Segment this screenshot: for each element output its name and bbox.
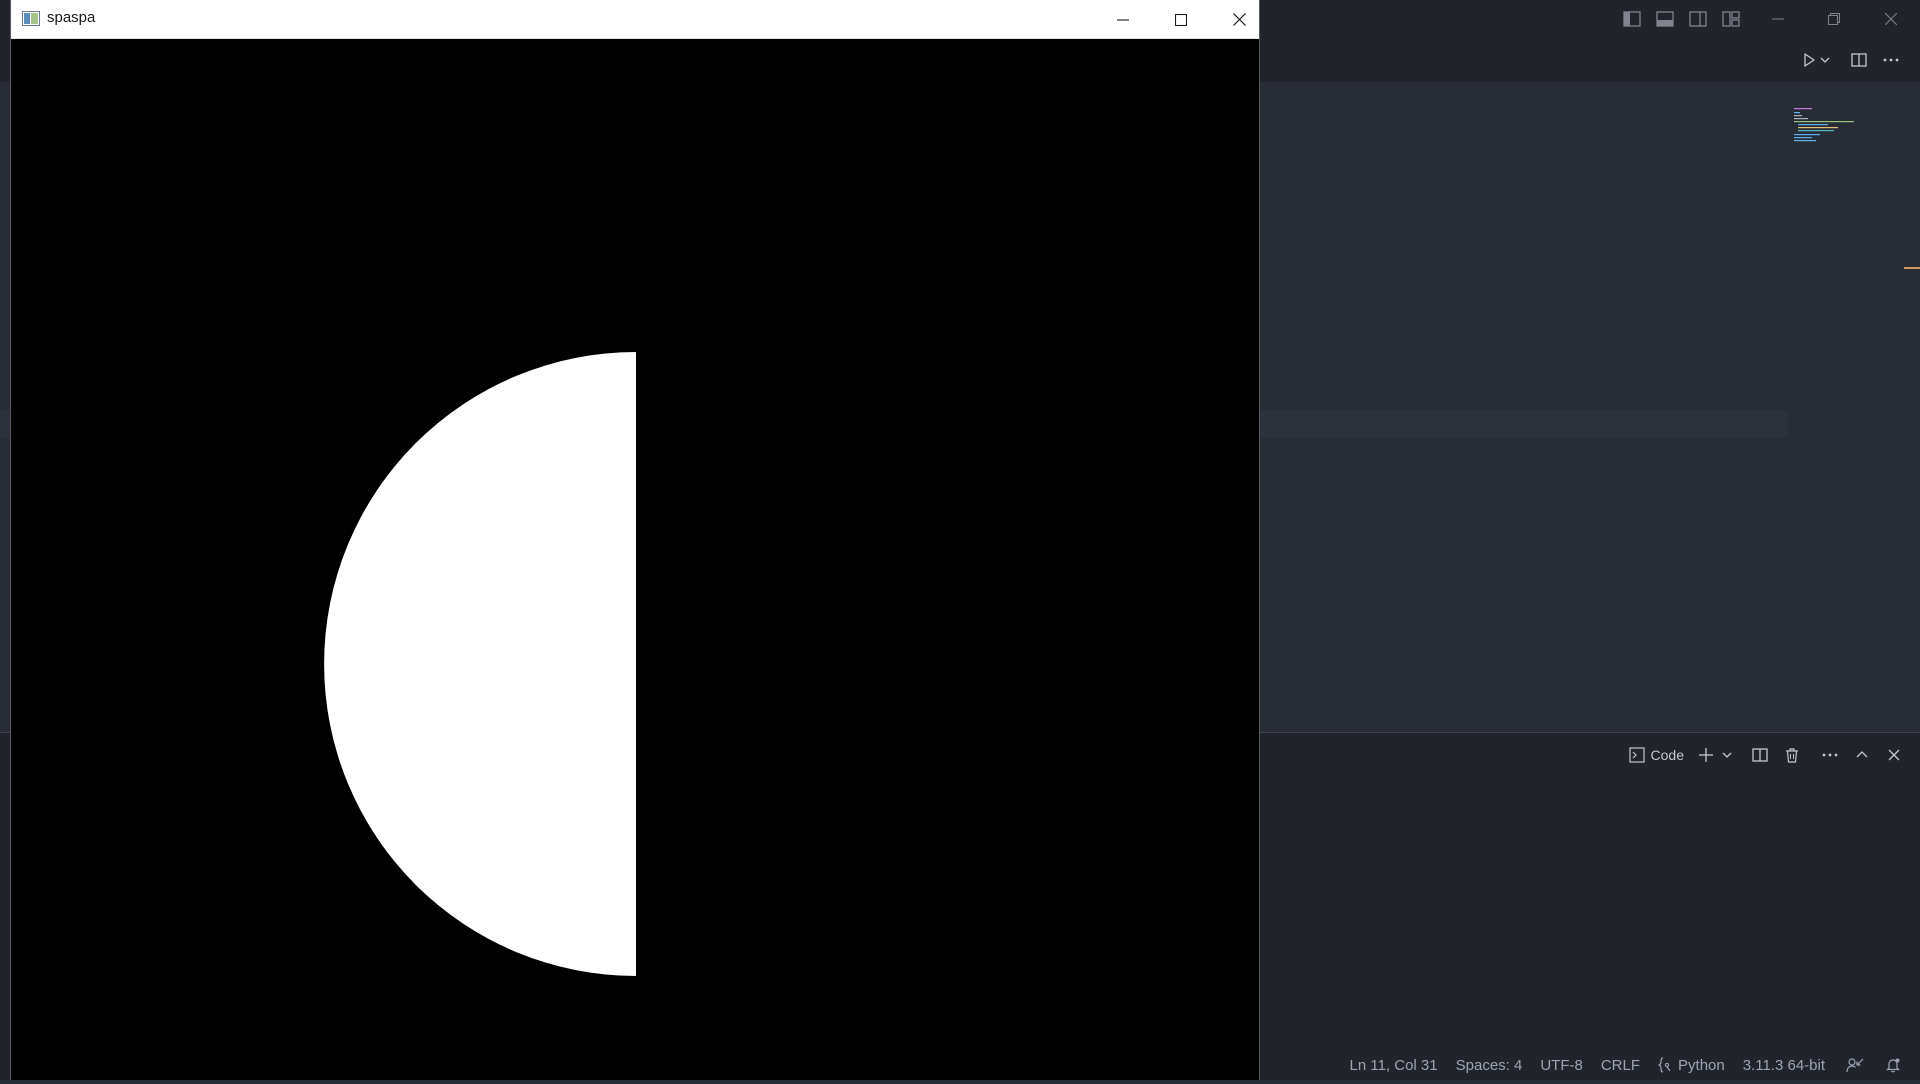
status-line-ending[interactable]: CRLF bbox=[1592, 1050, 1649, 1080]
feedback-person-icon bbox=[1846, 1057, 1864, 1073]
status-indentation[interactable]: Spaces: 4 bbox=[1447, 1050, 1532, 1080]
white-half-disc bbox=[324, 352, 636, 976]
terminal-launch-profile-chevron-down-icon[interactable] bbox=[1720, 741, 1734, 769]
split-terminal-icon[interactable] bbox=[1746, 741, 1774, 769]
panel-more-actions-icon[interactable] bbox=[1816, 741, 1844, 769]
toggle-primary-sidebar-icon[interactable] bbox=[1621, 8, 1643, 30]
python-window-title: spaspa bbox=[47, 9, 96, 26]
status-notifications[interactable] bbox=[1876, 1050, 1910, 1080]
language-label: Python bbox=[1678, 1056, 1725, 1074]
close-icon[interactable] bbox=[1210, 0, 1268, 39]
python-app-window: spaspa bbox=[10, 0, 1260, 1080]
kill-terminal-trash-icon[interactable] bbox=[1778, 741, 1806, 769]
status-python-interpreter[interactable]: 3.11.3 64-bit bbox=[1734, 1050, 1834, 1080]
vscode-restore-icon[interactable] bbox=[1805, 0, 1863, 38]
toggle-panel-icon[interactable] bbox=[1654, 8, 1676, 30]
drawing-canvas[interactable] bbox=[11, 39, 1259, 1080]
maximize-icon[interactable] bbox=[1152, 0, 1210, 39]
more-actions-icon[interactable] bbox=[1879, 48, 1903, 72]
customize-layout-icon[interactable] bbox=[1720, 8, 1742, 30]
app-window-icon bbox=[22, 11, 40, 26]
vscode-minimize-icon[interactable] bbox=[1749, 0, 1807, 38]
indentation-label: Spaces: 4 bbox=[1455, 1056, 1523, 1074]
python-window-titlebar[interactable]: spaspa bbox=[11, 0, 1259, 39]
line-ending-label: CRLF bbox=[1600, 1056, 1641, 1074]
status-cursor-position[interactable]: Ln 11, Col 31 bbox=[1341, 1050, 1447, 1080]
status-encoding[interactable]: UTF-8 bbox=[1531, 1050, 1592, 1080]
run-options-chevron-down-icon[interactable] bbox=[1818, 48, 1832, 72]
terminal-icon bbox=[1628, 747, 1645, 763]
canvas-drawing bbox=[324, 352, 636, 976]
toggle-secondary-sidebar-icon[interactable] bbox=[1687, 8, 1709, 30]
scrollbar-cursor-marker bbox=[1904, 267, 1920, 269]
encoding-label: UTF-8 bbox=[1540, 1056, 1583, 1074]
minimap[interactable] bbox=[1794, 106, 1866, 150]
language-braces-icon bbox=[1658, 1057, 1672, 1073]
status-live-share[interactable] bbox=[1834, 1050, 1876, 1080]
panel-toolbar: Code bbox=[1623, 733, 1920, 777]
interpreter-label: 3.11.3 64-bit bbox=[1742, 1056, 1825, 1074]
new-terminal-plus-icon[interactable] bbox=[1692, 741, 1720, 769]
terminal-profile-button[interactable]: Code bbox=[1623, 747, 1690, 763]
minimize-icon[interactable] bbox=[1094, 0, 1152, 39]
terminal-profile-label: Code bbox=[1650, 747, 1684, 763]
cursor-position-label: Ln 11, Col 31 bbox=[1349, 1056, 1438, 1074]
vscode-close-icon[interactable] bbox=[1862, 0, 1920, 38]
close-panel-icon[interactable] bbox=[1880, 741, 1908, 769]
maximize-panel-chevron-up-icon[interactable] bbox=[1848, 741, 1876, 769]
split-editor-icon[interactable] bbox=[1847, 48, 1871, 72]
status-language-mode[interactable]: Python bbox=[1649, 1050, 1734, 1080]
notifications-bell-icon bbox=[1885, 1057, 1901, 1073]
